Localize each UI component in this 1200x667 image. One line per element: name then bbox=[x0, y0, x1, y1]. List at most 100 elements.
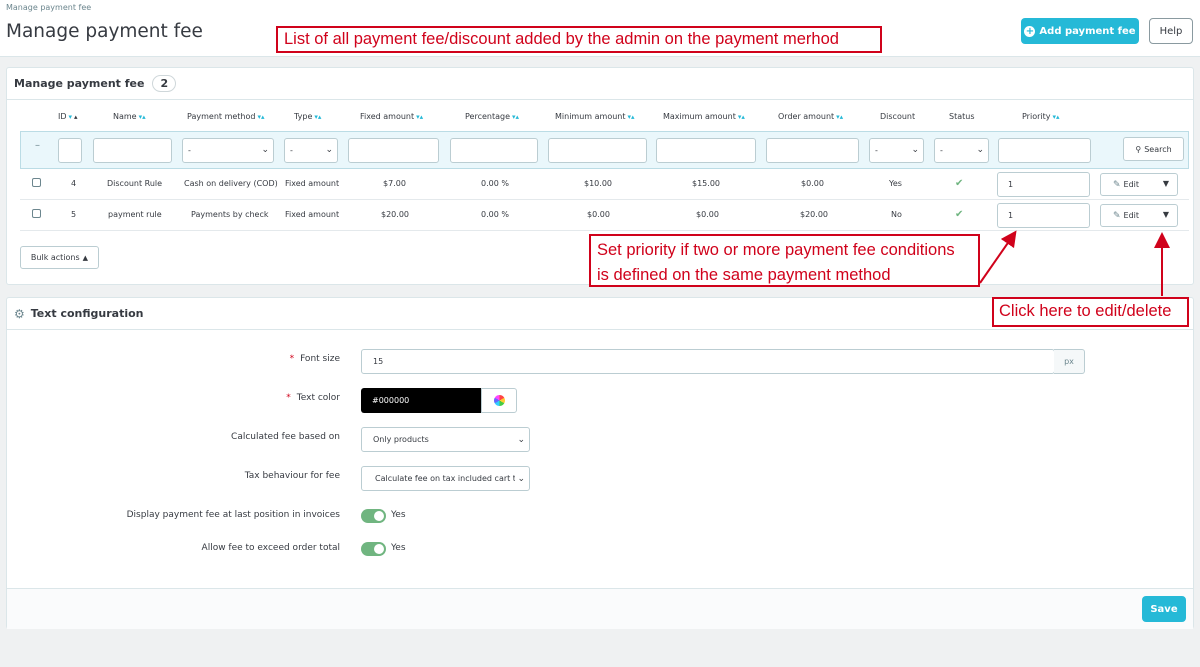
font-size-input[interactable]: 15 bbox=[361, 349, 1055, 374]
chevron-down-icon: ⌄ bbox=[261, 145, 269, 155]
cell-minimum-amount: $0.00 bbox=[587, 210, 610, 219]
table-row[interactable]: 5 payment rule Payments by check Fixed a… bbox=[20, 200, 1189, 231]
sort-icon: ▾▴ bbox=[314, 113, 322, 121]
chevron-down-icon: ⌄ bbox=[517, 435, 525, 445]
filter-priority-input[interactable] bbox=[998, 138, 1091, 163]
column-header-minimum-amount[interactable]: Minimum amount ▾▴ bbox=[555, 112, 635, 121]
column-header-name[interactable]: Name ▾▴ bbox=[113, 112, 146, 121]
gears-icon: ⚙ bbox=[14, 306, 25, 321]
tax-behaviour-select[interactable]: Calculate fee on tax included cart total… bbox=[361, 466, 530, 491]
cell-id: 4 bbox=[71, 179, 77, 188]
cell-type: Fixed amount bbox=[285, 179, 340, 188]
text-color-input[interactable]: #000000 bbox=[361, 388, 481, 413]
column-header-payment-method[interactable]: Payment method ▾▴ bbox=[187, 112, 265, 121]
row-checkbox[interactable] bbox=[32, 209, 41, 218]
cell-maximum-amount: $0.00 bbox=[696, 210, 719, 219]
column-header-priority[interactable]: Priority ▾▴ bbox=[1022, 112, 1060, 121]
add-payment-fee-button[interactable]: + Add payment fee bbox=[1021, 18, 1139, 44]
cell-percentage: 0.00 % bbox=[481, 179, 509, 188]
check-icon[interactable]: ✔ bbox=[955, 209, 963, 220]
sort-icon: ▾▴ bbox=[737, 113, 745, 121]
edit-button[interactable]: ✎ Edit ▼ bbox=[1100, 204, 1178, 227]
cell-payment-method: Cash on delivery (COD) bbox=[184, 179, 278, 188]
list-panel-title: Manage payment fee bbox=[14, 77, 145, 90]
priority-input[interactable]: 1 bbox=[997, 203, 1090, 228]
table-header: ID ▾ ▴ Name ▾▴ Payment method ▾▴ Type ▾▴ Fixe… bbox=[7, 112, 1195, 128]
row-checkbox[interactable] bbox=[32, 178, 41, 187]
priority-annotation: Set priority if two or more payment fee … bbox=[589, 234, 980, 287]
font-size-unit: px bbox=[1054, 349, 1085, 374]
text-configuration-panel: ⚙ Text configuration * Font size 15 px * T… bbox=[6, 297, 1194, 629]
filter-row: – - ⌄ - ⌄ - ⌄ - ⌄ ⚲ Search bbox=[20, 131, 1189, 169]
bulk-actions-button[interactable]: Bulk actions ▲ bbox=[20, 246, 99, 269]
caret-up-icon: ▲ bbox=[82, 253, 89, 262]
exceed-total-value: Yes bbox=[391, 543, 406, 553]
pencil-icon: ✎ bbox=[1113, 179, 1121, 190]
calc-fee-label: Calculated fee based on bbox=[231, 432, 340, 442]
sort-icon: ▾▴ bbox=[138, 113, 146, 121]
column-header-type[interactable]: Type ▾▴ bbox=[294, 112, 321, 121]
cell-order-amount: $20.00 bbox=[800, 210, 828, 219]
column-header-fixed-amount[interactable]: Fixed amount ▾▴ bbox=[360, 112, 423, 121]
search-icon: ⚲ bbox=[1135, 144, 1142, 154]
priority-annotation-line2: is defined on the same payment method bbox=[597, 266, 891, 284]
breadcrumb[interactable]: Manage payment fee bbox=[6, 3, 91, 12]
edit-button[interactable]: ✎ Edit ▼ bbox=[1100, 173, 1178, 196]
last-position-toggle[interactable] bbox=[361, 509, 386, 523]
exceed-total-toggle[interactable] bbox=[361, 542, 386, 556]
cell-percentage: 0.00 % bbox=[481, 210, 509, 219]
panel-footer bbox=[7, 588, 1193, 629]
save-button[interactable]: Save bbox=[1142, 596, 1186, 622]
last-position-value: Yes bbox=[391, 510, 406, 520]
column-header-order-amount[interactable]: Order amount ▾▴ bbox=[778, 112, 843, 121]
check-icon[interactable]: ✔ bbox=[955, 178, 963, 189]
filter-status-select[interactable]: - ⌄ bbox=[934, 138, 989, 163]
sort-icon: ▾▴ bbox=[836, 113, 844, 121]
count-badge: 2 bbox=[152, 75, 177, 92]
chevron-down-icon: ⌄ bbox=[911, 145, 919, 155]
column-header-discount: Discount bbox=[880, 112, 916, 121]
filter-fixed-amount-input[interactable] bbox=[348, 138, 439, 163]
chevron-down-icon: ⌄ bbox=[325, 145, 333, 155]
tax-behaviour-label: Tax behaviour for fee bbox=[244, 471, 340, 481]
cell-order-amount: $0.00 bbox=[801, 179, 824, 188]
filter-discount-select[interactable]: - ⌄ bbox=[869, 138, 924, 163]
bulk-actions-label: Bulk actions bbox=[30, 253, 80, 262]
filter-minimum-amount-input[interactable] bbox=[548, 138, 647, 163]
caret-down-icon[interactable]: ▼ bbox=[1163, 179, 1169, 188]
edit-button-label: Edit bbox=[1123, 211, 1140, 220]
search-button[interactable]: ⚲ Search bbox=[1123, 137, 1184, 161]
font-size-label: * Font size bbox=[289, 354, 340, 364]
sort-icon: ▾▴ bbox=[257, 113, 265, 121]
priority-input[interactable]: 1 bbox=[997, 172, 1090, 197]
list-annotation: List of all payment fee/discount added b… bbox=[276, 26, 882, 53]
filter-order-amount-input[interactable] bbox=[766, 138, 859, 163]
table-row[interactable]: 4 Discount Rule Cash on delivery (COD) F… bbox=[20, 169, 1189, 200]
edit-annotation: Click here to edit/delete bbox=[992, 297, 1189, 327]
sort-asc-icon: ▴ bbox=[74, 113, 78, 121]
sort-desc-icon: ▾ bbox=[68, 113, 73, 121]
cell-name: Discount Rule bbox=[107, 179, 163, 188]
filter-percentage-input[interactable] bbox=[450, 138, 538, 163]
filter-id-input[interactable] bbox=[58, 138, 82, 163]
pencil-icon: ✎ bbox=[1113, 210, 1121, 221]
text-config-title: Text configuration bbox=[30, 307, 144, 320]
column-header-id[interactable]: ID ▾ ▴ bbox=[58, 112, 78, 121]
filter-dash: – bbox=[35, 140, 40, 151]
edit-button-label: Edit bbox=[1123, 180, 1140, 189]
cell-fixed-amount: $20.00 bbox=[381, 210, 409, 219]
filter-maximum-amount-input[interactable] bbox=[656, 138, 756, 163]
chevron-down-icon: ⌄ bbox=[976, 145, 984, 155]
filter-payment-method-select[interactable]: - ⌄ bbox=[182, 138, 274, 163]
column-header-maximum-amount[interactable]: Maximum amount ▾▴ bbox=[663, 112, 745, 121]
filter-name-input[interactable] bbox=[93, 138, 172, 163]
calc-fee-select[interactable]: Only products ⌄ bbox=[361, 427, 530, 452]
help-button[interactable]: Help bbox=[1149, 18, 1193, 44]
cell-payment-method: Payments by check bbox=[191, 210, 269, 219]
color-picker-button[interactable] bbox=[481, 388, 517, 413]
cell-maximum-amount: $15.00 bbox=[692, 179, 720, 188]
caret-down-icon[interactable]: ▼ bbox=[1163, 210, 1169, 219]
column-header-percentage[interactable]: Percentage ▾▴ bbox=[465, 112, 519, 121]
search-button-label: Search bbox=[1144, 144, 1172, 154]
filter-type-select[interactable]: - ⌄ bbox=[284, 138, 338, 163]
